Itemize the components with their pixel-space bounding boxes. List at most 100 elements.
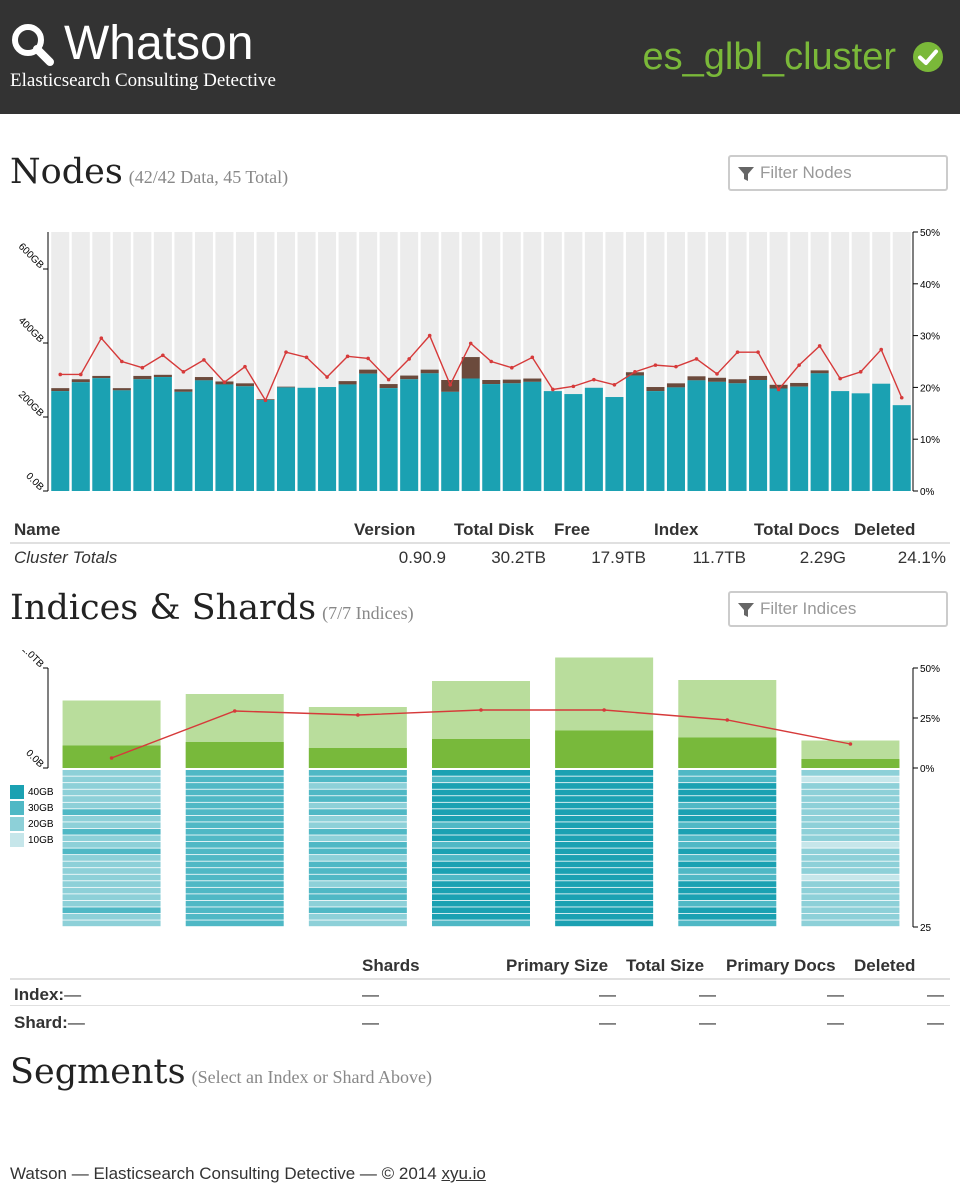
shard-cell	[185, 828, 284, 835]
node-other-bar	[51, 388, 70, 392]
indices-title: Indices & Shards	[10, 588, 317, 628]
shard-cell	[678, 828, 777, 835]
shard-cell	[801, 776, 900, 783]
col-deleted-header[interactable]: Deleted	[854, 520, 915, 540]
shard-cell	[432, 809, 530, 815]
shard-cell	[555, 802, 654, 809]
shard-cell	[801, 822, 900, 829]
shard-cell	[185, 900, 284, 907]
deleted-percent-point	[161, 353, 165, 358]
right-axis-tick-label: 50%	[920, 228, 940, 239]
shard-cell	[801, 815, 900, 822]
footer-link[interactable]: xyu.io	[441, 1164, 485, 1183]
col-shards-header[interactable]: Shards	[362, 956, 420, 976]
deleted-percent-point	[99, 336, 104, 340]
shard-cell	[555, 789, 654, 796]
shard-cell	[308, 887, 407, 894]
shard-cell	[62, 796, 161, 802]
shard-cell	[308, 894, 407, 901]
shard-cell	[308, 828, 407, 835]
deleted-percent-point	[345, 354, 350, 359]
col-total-disk-header[interactable]: Total Disk	[454, 520, 534, 540]
shard-cell	[555, 770, 654, 776]
shard-cell	[185, 783, 284, 789]
nodes-title: Nodes	[10, 152, 123, 192]
shard-row-label: Shard:—	[14, 1013, 85, 1032]
nodes-summary: (42/42 Data, 45 Total)	[128, 167, 289, 187]
shard-cell	[62, 770, 161, 776]
index-deleted-point	[725, 718, 730, 722]
app-title: Whatson	[64, 17, 254, 70]
node-index-bar	[112, 390, 131, 491]
app-header: Whatson Elasticsearch Consulting Detecti…	[0, 0, 960, 114]
col-index-header[interactable]: Index	[654, 520, 698, 540]
col-version-header[interactable]: Version	[354, 520, 415, 540]
col-free-header[interactable]: Free	[554, 520, 590, 540]
shard-cell	[308, 848, 407, 855]
col-total-size-header[interactable]: Total Size	[626, 956, 704, 976]
shard-cell	[185, 770, 284, 776]
shard-cell	[185, 920, 284, 927]
node-other-bar	[810, 370, 829, 374]
shard-cell	[432, 855, 530, 861]
shard-cell	[432, 887, 530, 894]
shard-cell	[432, 913, 530, 920]
node-index-bar	[769, 388, 788, 491]
shard-cell	[432, 920, 530, 927]
shard-cell	[62, 848, 161, 855]
node-index-bar	[831, 391, 850, 491]
shard-cell	[185, 815, 284, 822]
col-name-header[interactable]: Name	[14, 520, 60, 540]
node-other-bar	[92, 375, 111, 379]
deleted-percent-point	[879, 347, 884, 352]
deleted-percent-point	[284, 350, 288, 354]
shard-cell	[801, 855, 900, 861]
deleted-percent-point	[571, 384, 576, 389]
indices-section-title: Indices & Shards (7/7 Indices)	[10, 588, 414, 628]
filter-icon	[738, 603, 754, 617]
node-index-bar	[646, 391, 665, 491]
shard-cell	[62, 835, 161, 842]
shard-cell	[432, 861, 530, 868]
shard-cell	[678, 841, 777, 848]
shard-cell	[308, 835, 407, 842]
shard-cell	[801, 841, 900, 848]
shard-cell	[62, 783, 161, 789]
shard-cell	[678, 770, 777, 776]
shard-cell	[308, 770, 407, 776]
node-other-bar	[359, 369, 378, 374]
node-other-bar	[749, 375, 768, 380]
shard-cell	[432, 848, 530, 855]
shard-primary-docs-value: —	[827, 1013, 844, 1032]
shard-cell	[432, 907, 530, 914]
filter-indices-input[interactable]	[728, 591, 948, 627]
shard-cell	[801, 907, 900, 914]
filter-nodes-input[interactable]	[728, 155, 948, 191]
shard-cell	[432, 770, 530, 776]
right-axis-tick-label: 25%	[920, 714, 940, 725]
shard-cell	[185, 835, 284, 842]
shard-cell	[62, 802, 161, 809]
col-total-docs-header[interactable]: Total Docs	[754, 520, 840, 540]
right-axis-tick-label: 40%	[920, 280, 940, 291]
node-index-bar	[584, 387, 603, 491]
shard-cell	[801, 809, 900, 815]
cluster-index-value: 11.7TB	[692, 548, 746, 567]
node-other-bar	[482, 380, 501, 385]
node-other-bar	[133, 375, 152, 380]
cluster-name[interactable]: es_glbl_cluster	[643, 32, 896, 82]
index-primary-size-bar	[185, 742, 284, 768]
node-other-bar	[194, 377, 213, 381]
shard-cell	[308, 855, 407, 861]
shard-cell	[678, 855, 777, 861]
col-primary-docs-header[interactable]: Primary Docs	[726, 956, 836, 976]
shard-cell	[678, 881, 777, 887]
deleted-percent-point	[202, 358, 206, 362]
col-primary-size-header[interactable]: Primary Size	[506, 956, 608, 976]
deleted-percent-point	[612, 383, 617, 387]
node-index-bar	[625, 375, 644, 491]
shard-cell	[801, 913, 900, 920]
cluster-version-value: 0.90.9	[398, 548, 446, 567]
col-shard-deleted-header[interactable]: Deleted	[854, 956, 915, 976]
node-index-bar	[523, 381, 542, 491]
